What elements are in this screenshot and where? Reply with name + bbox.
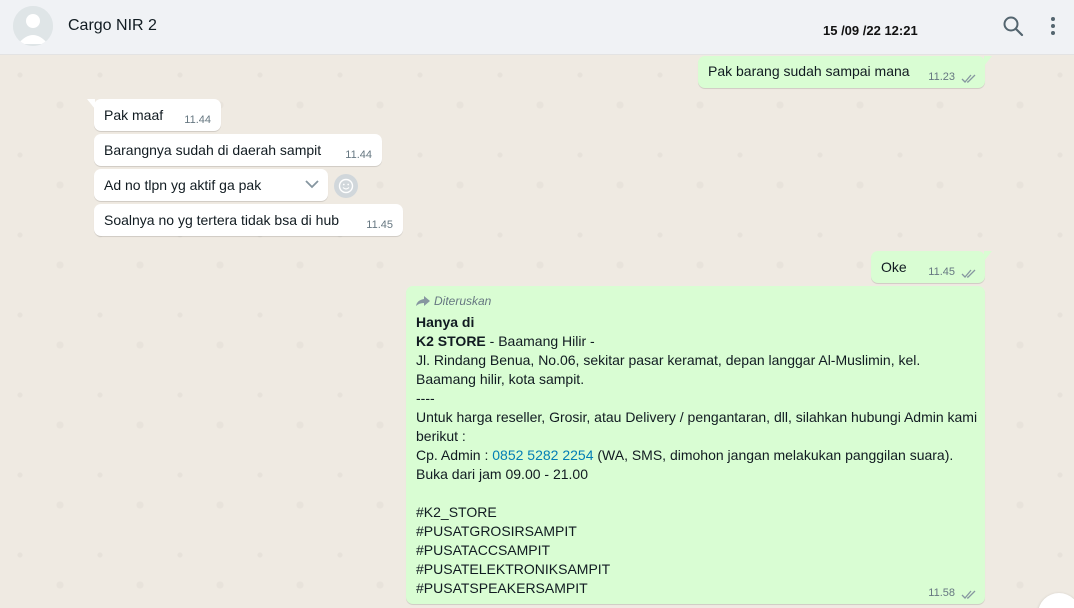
search-icon[interactable] [1001,14,1025,38]
avatar[interactable] [13,6,53,46]
message-time: 11.58 [928,587,955,599]
phone-link[interactable]: 0852 5282 2254 [492,447,593,463]
screenshot-timestamp: 15 /09 /22 12:21 [823,23,918,38]
divider-text: ---- [416,390,435,406]
contact-line: Cp. Admin : 0852 5282 2254 (WA, SMS, dim… [416,446,981,465]
message-text: Oke [881,259,907,275]
message-time: 11.45 [928,266,955,278]
message-text: Barangnya sudah di daerah sampit [104,142,322,158]
default-avatar-icon [13,6,53,46]
store-name: K2 STORE [416,333,486,349]
hashtag: #K2_STORE [416,504,497,520]
address-text: Jl. Rindang Benua, No.06, sekitar pasar … [416,352,921,387]
message-time: 11.45 [366,219,393,231]
chevron-down-icon[interactable] [304,178,320,190]
contact-suffix: (WA, SMS, dimohon jangan melakukan pangg… [593,447,954,463]
message-incoming[interactable]: Soalnya no yg tertera tidak bsa di hub 1… [94,204,403,236]
hashtag: #PUSATACCSAMPIT [416,542,551,558]
message-time: 11.23 [928,71,955,83]
chat-header: Cargo NIR 2 15 /09 /22 12:21 [0,0,1074,55]
contact-prefix: Cp. Admin : [416,447,493,463]
message-incoming[interactable]: Barangnya sudah di daerah sampit 11.44 [94,134,382,166]
message-outgoing[interactable]: Oke 11.45 [871,251,992,283]
double-check-icon [961,590,976,599]
reaction-button[interactable] [334,174,358,198]
hashtag: #PUSATSPEAKERSAMPIT [416,580,588,596]
double-check-icon [961,269,976,278]
message-incoming[interactable]: Pak maaf 11.44 [87,99,221,131]
message-text: Pak maaf [104,107,164,123]
store-suffix: - Baamang Hilir - [485,333,595,349]
smiley-icon [338,178,354,194]
store-line: K2 STORE - Baamang Hilir - [416,332,981,351]
chat-panel: Pak barang sudah sampai mana 11.23 Pak m… [0,55,1074,608]
hashtag: #PUSATGROSIRSAMPIT [416,523,577,539]
message-time: 11.44 [345,149,372,161]
message-outgoing[interactable]: Pak barang sudah sampai mana 11.23 [698,56,992,88]
info-text: Untuk harga reseller, Grosir, atau Deliv… [416,409,978,444]
message-text: Ad no tlpn yg aktif ga pak [104,177,262,193]
forwarded-label: Diteruskan [416,294,491,308]
scroll-down-button[interactable] [1038,593,1074,608]
forwarded-message-body: Hanya di K2 STORE - Baamang Hilir - Jl. … [416,313,981,598]
menu-icon[interactable] [1041,14,1065,38]
chat-title[interactable]: Cargo NIR 2 [68,17,157,35]
message-time: 11.44 [184,114,211,126]
message-line: Hanya di [416,314,475,330]
hours-text: Buka dari jam 09.00 - 21.00 [416,466,588,482]
hashtag: #PUSATELEKTRONIKSAMPIT [416,561,611,577]
forward-arrow-icon [416,295,430,306]
message-outgoing-forwarded[interactable]: Diteruskan Hanya di K2 STORE - Baamang H… [406,286,985,604]
message-text: Soalnya no yg tertera tidak bsa di hub [104,212,340,228]
message-text: Pak barang sudah sampai mana [708,63,910,79]
message-incoming[interactable]: Ad no tlpn yg aktif ga pak [94,169,328,201]
double-check-icon [961,74,976,83]
